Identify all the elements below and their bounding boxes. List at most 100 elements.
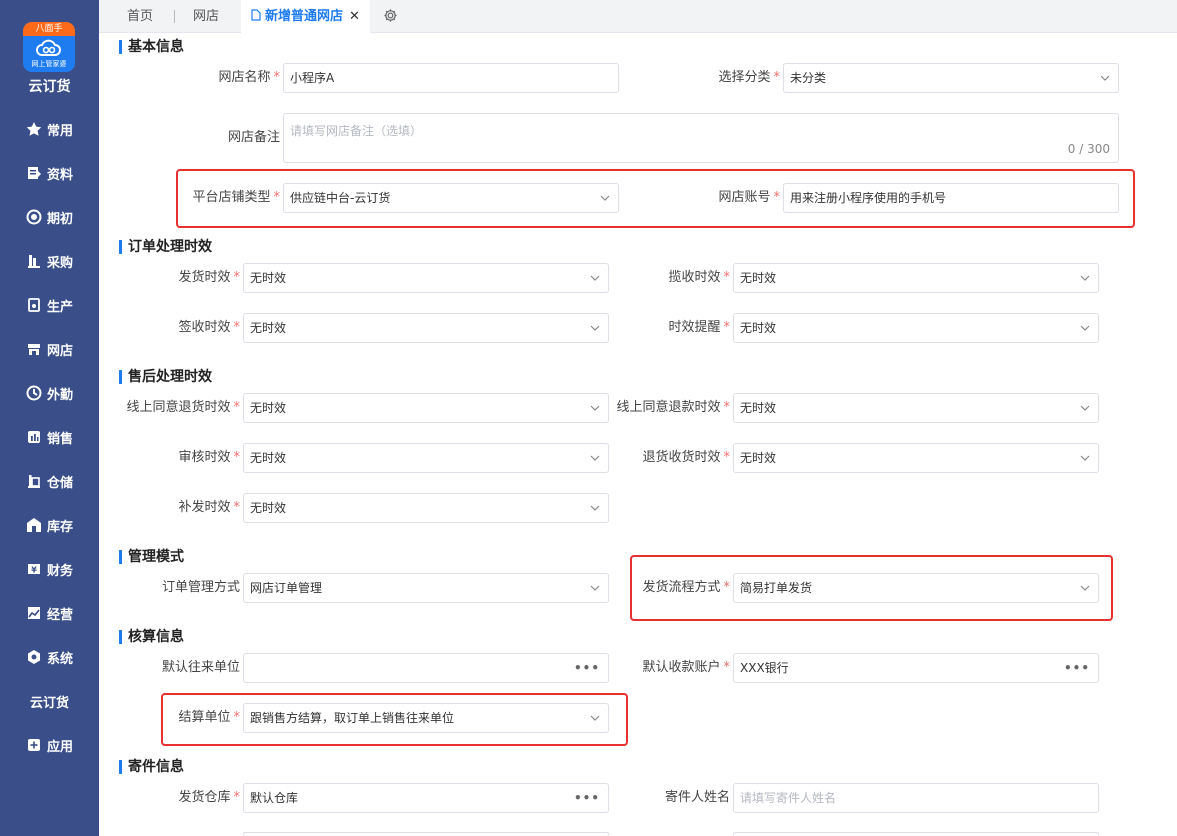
tab-shop[interactable]: 网店 — [193, 0, 219, 33]
field-icon — [26, 385, 42, 401]
sender-name-input[interactable]: 请填写寄件人姓名 — [733, 783, 1099, 813]
receive-timing-label: 退货收货时效 * — [600, 443, 730, 473]
nav-label: 库存 — [46, 519, 73, 535]
nav-item-shop[interactable]: 网店 — [0, 327, 99, 371]
more-icon[interactable]: ••• — [574, 654, 600, 682]
warehouse-icon — [26, 473, 42, 489]
nav-item-finance[interactable]: ¥ 财务 — [0, 547, 99, 591]
return-goods-timing-select[interactable]: 无时效 — [243, 393, 609, 423]
sign-timing-select[interactable]: 无时效 — [243, 313, 609, 343]
system-icon — [26, 649, 42, 665]
close-tab-icon[interactable]: ✕ — [349, 9, 360, 24]
label-text: 网店名称 — [218, 70, 271, 85]
shop-name-label: 网店名称 * — [170, 63, 280, 93]
section-order-timing: 订单处理时效 — [119, 238, 212, 256]
nav-item-sales[interactable]: 销售 — [0, 415, 99, 459]
select-value: 无时效 — [740, 271, 777, 285]
select-value: 网店订单管理 — [250, 581, 323, 595]
audit-timing-select[interactable]: 无时效 — [243, 443, 609, 473]
select-value: 无时效 — [740, 451, 777, 465]
required-mark: * — [723, 320, 731, 335]
ship-flow-select[interactable]: 简易打单发货 — [733, 573, 1099, 603]
nav-item-production[interactable]: 生产 — [0, 283, 99, 327]
nav-label: 网店 — [46, 343, 73, 359]
receive-timing-select[interactable]: 无时效 — [733, 443, 1099, 473]
more-icon[interactable]: ••• — [574, 784, 600, 812]
nav-label: 采购 — [46, 255, 73, 271]
ship-timing-select[interactable]: 无时效 — [243, 263, 609, 293]
nav-label: 销售 — [46, 431, 73, 447]
nav-item-purchase[interactable]: 采购 — [0, 239, 99, 283]
label-text: 时效提醒 — [668, 320, 721, 335]
nav-item-warehouse[interactable]: 仓储 — [0, 459, 99, 503]
section-management: 管理模式 — [119, 548, 184, 566]
nav-item-business[interactable]: 经营 — [0, 591, 99, 635]
pickup-timing-select[interactable]: 无时效 — [733, 263, 1099, 293]
order-mode-select[interactable]: 网店订单管理 — [243, 573, 609, 603]
label-text: 结算单位 — [178, 710, 231, 725]
required-mark: * — [233, 710, 241, 725]
chevron-down-icon — [590, 585, 600, 591]
next-row-input[interactable] — [733, 832, 1099, 836]
category-select[interactable]: 未分类 — [783, 63, 1119, 93]
nav-item-opening[interactable]: 期初 — [0, 195, 99, 239]
nav-item-cloud-order[interactable]: 云订货 — [0, 679, 99, 723]
nav-label: 云订货 — [29, 695, 69, 711]
section-aftersale-timing: 售后处理时效 — [119, 368, 212, 386]
tab-new-shop[interactable]: 新增普通网店 ✕ — [241, 0, 370, 33]
chevron-down-icon — [1080, 275, 1090, 281]
nav-item-data[interactable]: 资料 — [0, 151, 99, 195]
label-text: 退货收货时效 — [642, 450, 721, 465]
settle-unit-select[interactable]: 跟销售方结算，取订单上销售往来单位 — [243, 703, 609, 733]
nav-label: 外勤 — [46, 387, 73, 403]
nav-label: 财务 — [46, 563, 73, 579]
business-icon — [26, 605, 42, 621]
more-icon[interactable]: ••• — [1064, 654, 1090, 682]
resend-timing-select[interactable]: 无时效 — [243, 493, 609, 523]
input-value: XXX银行 — [740, 661, 789, 675]
label-text: 签收时效 — [178, 320, 231, 335]
refund-timing-label: 线上同意退款时效 * — [590, 393, 730, 423]
nav-item-common[interactable]: 常用 — [0, 107, 99, 151]
remind-timing-select[interactable]: 无时效 — [733, 313, 1099, 343]
nav-item-apps[interactable]: 应用 — [0, 723, 99, 767]
label-text: 发货流程方式 — [642, 580, 721, 595]
inventory-icon — [26, 517, 42, 533]
warehouse-label: 发货仓库 * — [120, 783, 240, 813]
platform-type-select[interactable]: 供应链中台-云订货 — [283, 183, 619, 213]
required-mark: * — [723, 450, 731, 465]
gear-icon[interactable] — [383, 8, 398, 23]
remark-textarea[interactable]: 请填写网店备注（选填） 0 / 300 — [283, 113, 1119, 163]
nav-label: 仓储 — [46, 475, 73, 491]
default-partner-input[interactable]: ••• — [243, 653, 609, 683]
select-value: 无时效 — [250, 401, 287, 415]
required-mark: * — [233, 320, 241, 335]
nav-item-field[interactable]: 外勤 — [0, 371, 99, 415]
label-text: 发货时效 — [178, 270, 231, 285]
nav-item-system[interactable]: 系统 — [0, 635, 99, 679]
section-basic-info: 基本信息 — [119, 38, 184, 56]
chevron-down-icon — [1080, 585, 1090, 591]
required-mark: * — [773, 70, 781, 85]
ship-timing-label: 发货时效 * — [120, 263, 240, 293]
account-input[interactable]: 用来注册小程序使用的手机号 — [783, 183, 1119, 213]
nav-item-inventory[interactable]: 库存 — [0, 503, 99, 547]
shop-name-input[interactable]: 小程序A — [283, 63, 619, 93]
select-value: 简易打单发货 — [740, 581, 813, 595]
tab-home[interactable]: 首页 — [127, 0, 153, 33]
label-text: 网店账号 — [718, 190, 771, 205]
refund-timing-select[interactable]: 无时效 — [733, 393, 1099, 423]
label-text: 补发时效 — [178, 500, 231, 515]
remind-timing-label: 时效提醒 * — [610, 313, 730, 343]
warehouse-input[interactable]: 默认仓库 ••• — [243, 783, 609, 813]
next-row-input[interactable] — [243, 832, 609, 836]
select-value: 供应链中台-云订货 — [290, 191, 391, 205]
label-text: 平台店铺类型 — [192, 190, 271, 205]
section-shipping: 寄件信息 — [119, 758, 184, 776]
sign-timing-label: 签收时效 * — [120, 313, 240, 343]
select-value: 无时效 — [250, 271, 287, 285]
audit-timing-label: 审核时效 * — [120, 443, 240, 473]
default-partner-label: 默认往来单位 — [161, 660, 240, 675]
shop-icon — [26, 341, 42, 357]
default-account-input[interactable]: XXX银行 ••• — [733, 653, 1099, 683]
